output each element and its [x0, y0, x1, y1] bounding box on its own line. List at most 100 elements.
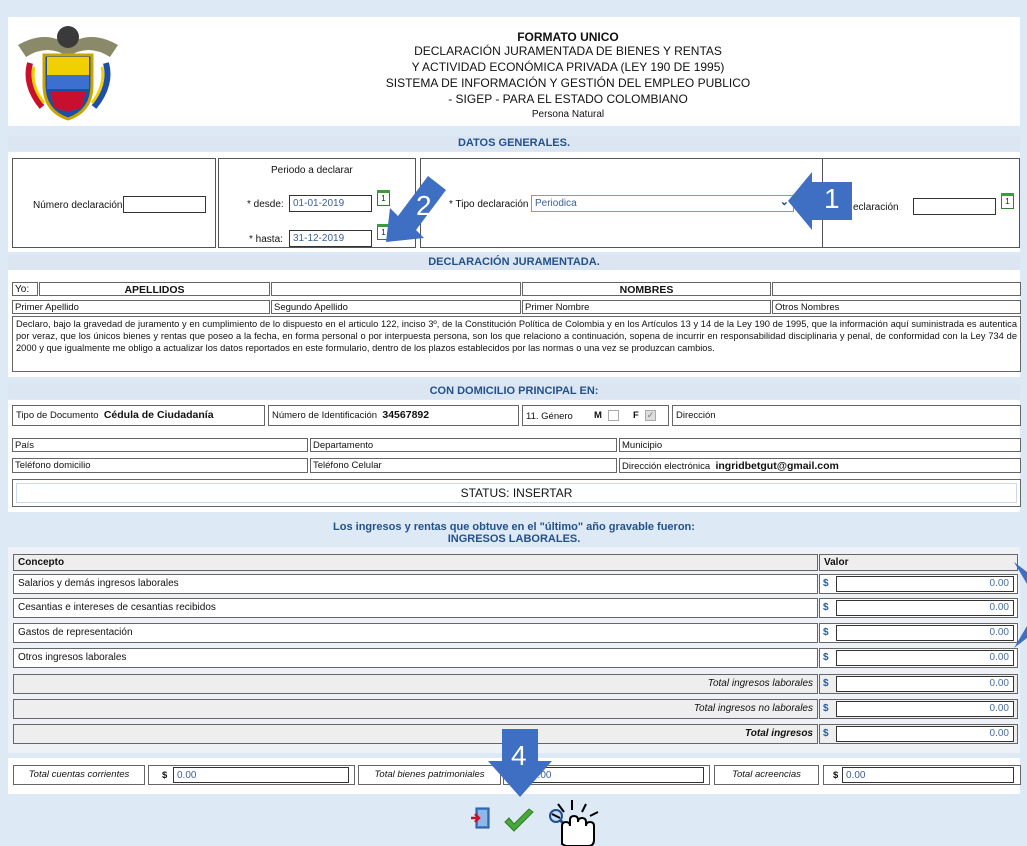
- left-arrow-shape: [788, 172, 852, 230]
- nombres-header: NOMBRES: [522, 282, 771, 296]
- pais-label: País: [12, 438, 308, 452]
- ingresos-panel: Concepto Valor Salarios y demás ingresos…: [8, 547, 1020, 753]
- down-left-arrow-shape: [386, 176, 446, 242]
- ingresos-title-line-2: INGRESOS LABORALES.: [447, 533, 581, 545]
- municipio-label: Municipio: [619, 438, 1021, 452]
- genero-label: 11. Género: [526, 411, 573, 422]
- total-ingresos-no-laborales-value: 0.00: [836, 701, 1014, 717]
- ingreso-row: Otros ingresos laborales: [13, 648, 818, 668]
- tipo-declaracion-label: * Tipo declaración: [449, 199, 529, 210]
- coat-of-arms-logo: [18, 26, 118, 121]
- header-panel: FORMATO UNICO DECLARACIÓN JURAMENTADA DE…: [8, 17, 1020, 126]
- fecha-declaracion-input[interactable]: [913, 198, 996, 215]
- hasta-label: * hasta:: [249, 234, 283, 245]
- ingreso-value-cell: $ 0.00: [819, 574, 1018, 594]
- yo-label: Yo:: [12, 282, 38, 296]
- fecha-declaracion-label: eclaración: [853, 202, 899, 213]
- currency-symbol: $: [823, 578, 829, 589]
- exit-door-icon[interactable]: [470, 806, 492, 830]
- total-acreencias-cell: $ 0.00: [823, 765, 1021, 785]
- total-cuentas-label: Total cuentas corrientes: [13, 765, 145, 785]
- numero-identificacion-cell: Número de Identificación 34567892: [268, 405, 519, 426]
- total-acreencias-input[interactable]: 0.00: [842, 767, 1014, 783]
- otros-ingresos-input[interactable]: 0.00: [836, 650, 1014, 666]
- form-subtitle: Persona Natural: [531, 109, 605, 120]
- apellidos-header: APELLIDOS: [39, 282, 270, 296]
- tipo-declaracion-box: * Tipo declaración Periodica ⌄: [420, 158, 825, 248]
- section-declaracion-juramentada: DECLARACIÓN JURAMENTADA.: [8, 255, 1020, 270]
- pointer-hand-icon: [551, 800, 599, 846]
- primer-apellido-label: Primer Apellido: [12, 300, 270, 314]
- email-cell: Dirección electrónica ingridbetgut@gmail…: [619, 458, 1021, 473]
- segundo-apellido-label: Segundo Apellido: [271, 300, 521, 314]
- ingreso-value-cell: $ 0.00: [819, 623, 1018, 643]
- datos-generales-panel: Número declaración: Periodo a declarar *…: [8, 152, 1020, 252]
- numero-identificacion-value: 34567892: [382, 409, 430, 421]
- total-cuentas-input[interactable]: 0.00: [173, 767, 349, 783]
- juramentada-panel: Yo: APELLIDOS NOMBRES Primer Apellido Se…: [8, 270, 1021, 377]
- gastos-representacion-input[interactable]: 0.00: [836, 625, 1014, 641]
- hasta-input[interactable]: 31-12-2019: [289, 230, 372, 247]
- declaracion-text: Declaro, bajo la gravedad de juramento y…: [12, 316, 1021, 372]
- total-ingresos-no-laborales-label: Total ingresos no laborales: [13, 699, 818, 719]
- desde-label: * desde:: [247, 199, 284, 210]
- desde-input[interactable]: 01-01-2019: [289, 195, 372, 212]
- total-value-cell: $ 0.00: [819, 674, 1018, 694]
- currency-symbol: $: [823, 728, 829, 739]
- domicilio-panel: Tipo de Documento Cédula de Ciudadanía N…: [8, 400, 1021, 512]
- departamento-label: Departamento: [310, 438, 617, 452]
- genero-m-checkbox[interactable]: [608, 410, 619, 421]
- ingreso-value-cell: $ 0.00: [819, 598, 1018, 618]
- currency-symbol: $: [162, 770, 168, 781]
- total-acreencias-label: Total acreencias: [714, 765, 819, 785]
- currency-symbol: $: [823, 678, 829, 689]
- currency-symbol: $: [823, 703, 829, 714]
- total-cuentas-cell: $ 0.00: [148, 765, 355, 785]
- concepto-header: Concepto: [13, 554, 818, 571]
- email-label: Dirección electrónica: [622, 461, 711, 472]
- salarios-input[interactable]: 0.00: [836, 576, 1014, 592]
- ingresos-title-line-1: Los ingresos y rentas que obtuve en el "…: [333, 521, 695, 533]
- genero-f-label: F: [633, 410, 639, 421]
- section-datos-generales: DATOS GENERALES.: [8, 136, 1020, 151]
- callout-arrow-4: 4: [484, 727, 556, 799]
- tipo-documento-cell: Tipo de Documento Cédula de Ciudadanía: [12, 405, 265, 426]
- callout-number-2: 2: [416, 190, 432, 221]
- genero-cell: 11. Género M F ✓: [522, 405, 669, 426]
- partial-arrow-right-bottom: [1014, 626, 1027, 648]
- form-title-line-3: SISTEMA DE INFORMACIÓN Y GESTIÓN DEL EMP…: [385, 76, 751, 90]
- form-title-line-2: Y ACTIVIDAD ECONÓMICA PRIVADA (LEY 190 D…: [411, 60, 725, 74]
- cesantias-input[interactable]: 0.00: [836, 600, 1014, 616]
- total-ingresos-label: Total ingresos: [13, 724, 818, 744]
- ingreso-row: Cesantias e intereses de cesantias recib…: [13, 598, 818, 618]
- callout-arrow-1: 1: [786, 168, 856, 234]
- otros-nombres-value: [772, 282, 1021, 296]
- callout-number-1: 1: [824, 183, 840, 214]
- total-bienes-label: Total bienes patrimoniales: [358, 765, 501, 785]
- total-value-cell: $ 0.00: [819, 724, 1018, 744]
- numero-declaracion-input[interactable]: [123, 196, 206, 213]
- otros-nombres-label: Otros Nombres: [772, 300, 1021, 314]
- telefono-domicilio-label: Teléfono domicilio: [12, 458, 308, 473]
- tipo-documento-label: Tipo de Documento: [16, 410, 99, 421]
- status-cell: STATUS: INSERTAR: [12, 479, 1021, 507]
- save-check-icon[interactable]: [503, 808, 535, 834]
- section-domicilio: CON DOMICILIO PRINCIPAL EN:: [8, 384, 1020, 399]
- currency-symbol: $: [823, 602, 829, 613]
- valor-header: Valor: [819, 554, 1018, 571]
- genero-f-checkbox[interactable]: ✓: [645, 410, 656, 421]
- form-title-line-4: - SIGEP - PARA EL ESTADO COLOMBIANO: [448, 92, 688, 106]
- form-title-line-1: DECLARACIÓN JURAMENTADA DE BIENES Y RENT…: [414, 44, 722, 58]
- currency-symbol: $: [823, 627, 829, 638]
- direccion-cell: Dirección: [672, 405, 1021, 426]
- fecha-calendar-icon[interactable]: 1: [1001, 193, 1014, 209]
- currency-symbol: $: [833, 770, 839, 781]
- partial-arrow-right-top: [1014, 562, 1027, 584]
- tipo-declaracion-select[interactable]: Periodica ⌄: [531, 195, 794, 212]
- form-page: FORMATO UNICO DECLARACIÓN JURAMENTADA DE…: [0, 0, 1027, 846]
- tipo-documento-value: Cédula de Ciudadanía: [103, 409, 214, 421]
- ingreso-row: Salarios y demás ingresos laborales: [13, 574, 818, 594]
- primer-nombre-label: Primer Nombre: [522, 300, 771, 314]
- callout-arrow-2: 2: [378, 168, 450, 248]
- numero-identificacion-label: Número de Identificación: [272, 410, 378, 421]
